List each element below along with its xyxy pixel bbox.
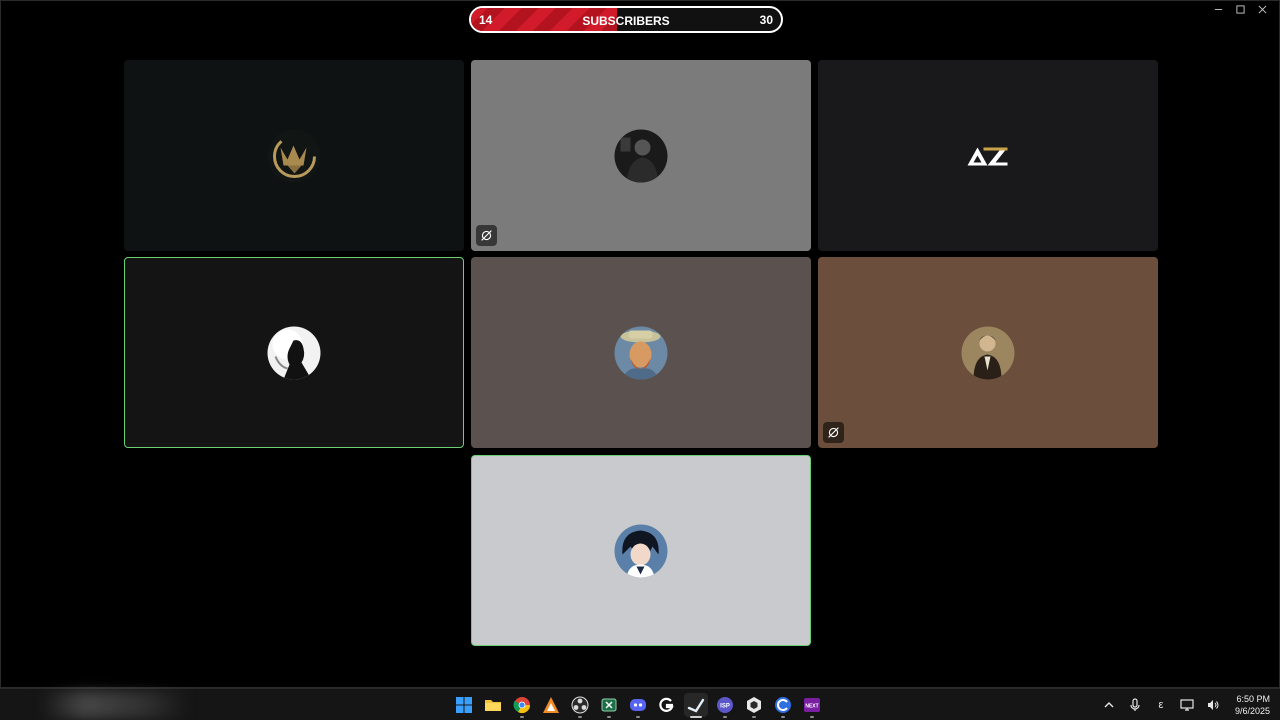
silhouette-moon-icon: [267, 326, 321, 379]
participant-avatar: [614, 326, 668, 379]
camera-off-icon: [828, 427, 839, 438]
logitech-icon[interactable]: [655, 693, 679, 717]
steam-icon[interactable]: [684, 693, 708, 718]
obs-icon[interactable]: [568, 693, 592, 718]
participant-tile-5[interactable]: [471, 257, 811, 448]
language-indicator[interactable]: ε: [1153, 697, 1169, 713]
close-button[interactable]: [1251, 1, 1273, 17]
minimize-button[interactable]: [1207, 1, 1229, 17]
network-icon[interactable]: [1179, 697, 1195, 713]
dark-portrait-icon: [614, 129, 668, 182]
participant-avatar: [614, 129, 668, 182]
show-hidden-icons-button[interactable]: [1101, 697, 1117, 713]
windows-start-icon[interactable]: [452, 693, 476, 717]
next-icon[interactable]: NEXT: [800, 693, 824, 718]
isp-icon[interactable]: ISP: [713, 693, 737, 718]
chrome-icon[interactable]: [510, 693, 534, 718]
svg-text:ISP: ISP: [720, 704, 730, 710]
cursor-icon[interactable]: [771, 693, 795, 718]
participant-tile-2[interactable]: [471, 60, 811, 251]
participant-tile-4[interactable]: [124, 257, 464, 448]
participant-tile-7[interactable]: [471, 455, 811, 646]
clock-date: 9/6/2025: [1234, 705, 1270, 716]
participant-avatar: [267, 129, 321, 182]
svg-text:NEXT: NEXT: [805, 703, 818, 709]
taskbar-apps: ISP NEXT: [452, 693, 824, 718]
discord-icon[interactable]: [626, 693, 650, 718]
participant-avatar: [267, 326, 321, 379]
participant-tile-3[interactable]: [818, 60, 1158, 251]
window-controls: [1207, 1, 1273, 17]
gold-crown-emblem-icon: [267, 129, 321, 182]
volume-icon[interactable]: [1205, 697, 1221, 713]
az-logo-icon: [961, 129, 1015, 182]
camera-off-icon: [481, 230, 492, 241]
participant-tile-1[interactable]: [124, 60, 464, 251]
system-tray: ε 6:50 PM 9/6/2025: [1101, 689, 1270, 720]
participant-avatar: [614, 524, 668, 577]
excel-icon[interactable]: [597, 693, 621, 718]
van-gogh-portrait-icon: [614, 326, 668, 379]
taskbar-clock[interactable]: 6:50 PM 9/6/2025: [1235, 693, 1270, 717]
vintage-portrait-icon: [961, 326, 1015, 379]
participant-avatar: [961, 326, 1015, 379]
subscriber-label: SUBSCRIBERS: [582, 14, 670, 28]
participant-tile-6[interactable]: [818, 257, 1158, 448]
unity-icon[interactable]: [742, 693, 766, 718]
microphone-icon[interactable]: [1127, 697, 1143, 713]
anime-character-icon: [614, 524, 668, 577]
camera-off-badge: [823, 422, 844, 443]
aimp-icon[interactable]: [539, 693, 563, 717]
clock-time: 6:50 PM: [1236, 693, 1270, 704]
participant-avatar: [961, 129, 1015, 182]
subscriber-goal-bar: 14 30 SUBSCRIBERS: [469, 6, 783, 33]
file-explorer-icon[interactable]: [481, 693, 505, 717]
maximize-button[interactable]: [1229, 1, 1251, 17]
app-window: 14 30 SUBSCRIBERS: [0, 0, 1280, 688]
taskbar-blurred-area: [40, 691, 190, 719]
taskbar: ISP NEXT ε 6:50 PM 9/6/2025: [0, 688, 1280, 720]
camera-off-badge: [476, 225, 497, 246]
